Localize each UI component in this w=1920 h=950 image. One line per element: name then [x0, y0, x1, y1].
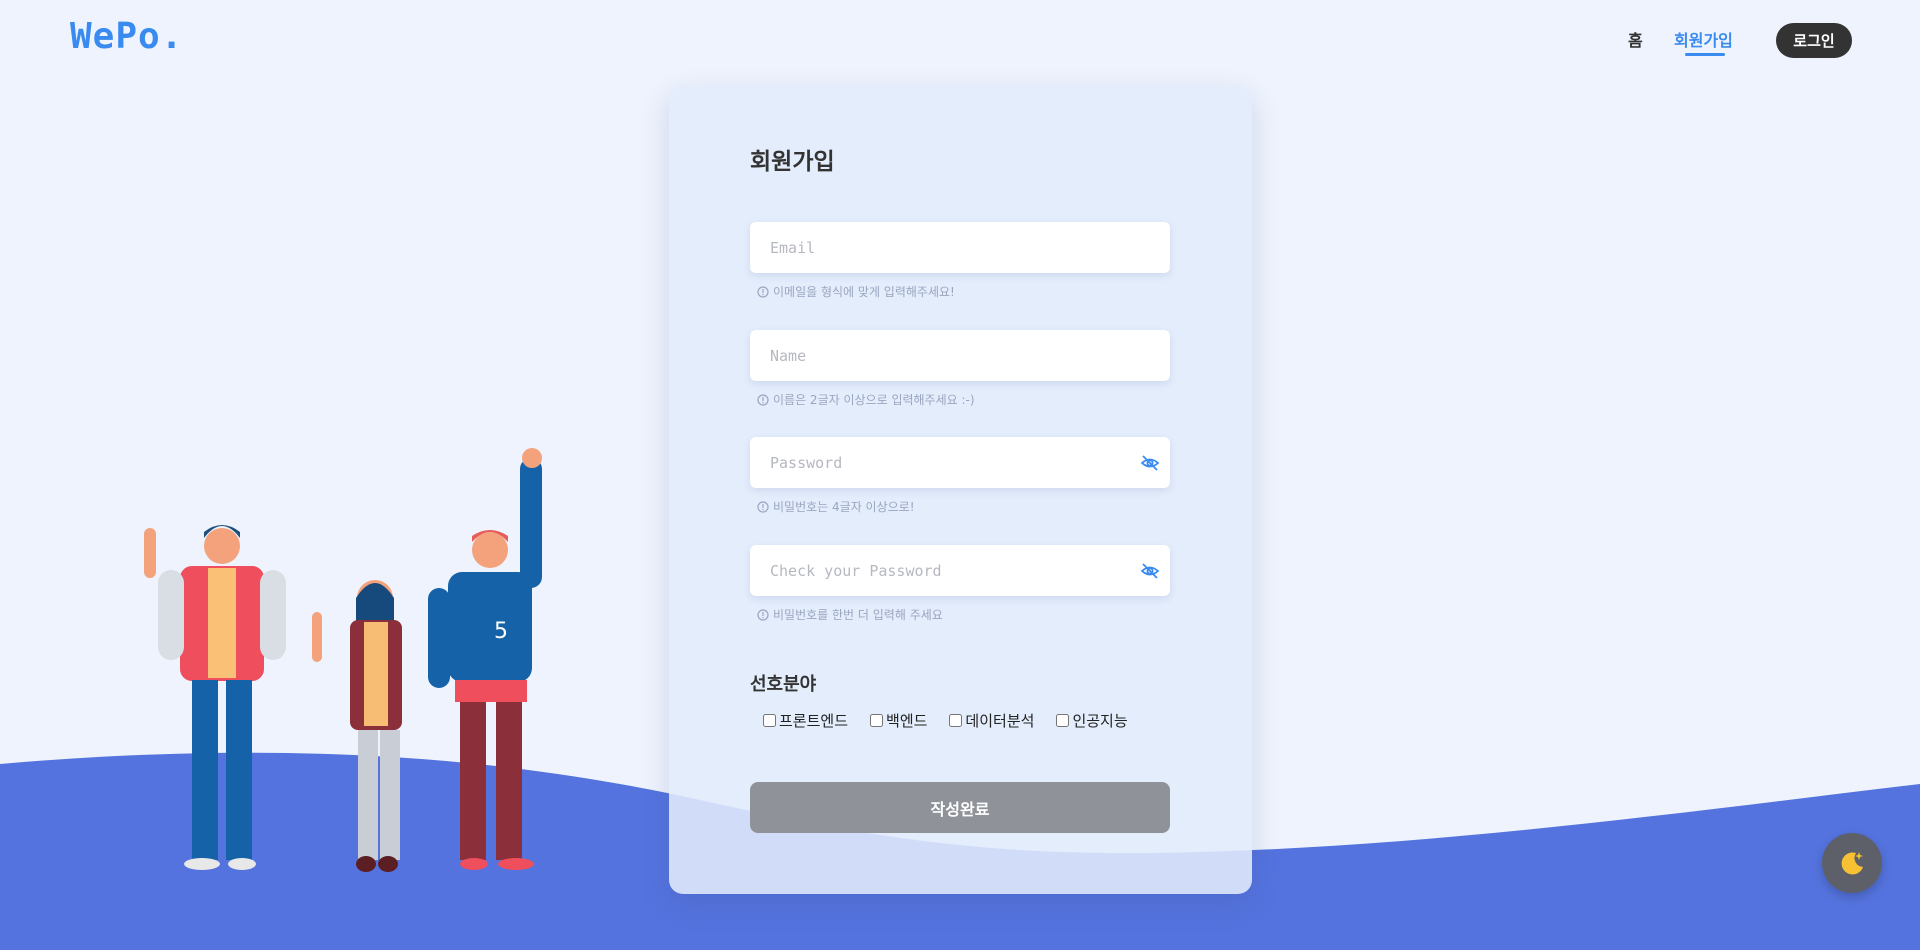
interest-checkbox-data-analysis[interactable] [949, 714, 963, 727]
interest-label-backend: 백엔드 [886, 712, 928, 730]
interest-option-backend[interactable]: 백엔드 [870, 710, 927, 731]
name-hint-text: 이름은 2글자 이상으로 입력해주세요 :-) [773, 393, 975, 407]
interest-label-ai: 인공지능 [1072, 712, 1128, 730]
info-circle-icon [757, 393, 769, 406]
password-check-field-wrapper [750, 545, 1170, 596]
nav-active-indicator [1685, 53, 1725, 56]
interests-title: 선호분야 [750, 674, 817, 695]
email-hint-text: 이메일을 형식에 맞게 입력해주세요! [773, 285, 955, 299]
interest-option-frontend[interactable]: 프론트엔드 [763, 710, 848, 731]
theme-toggle-button[interactable] [1822, 833, 1882, 893]
password-check-hint-text: 비밀번호를 한번 더 입력해 주세요 [773, 608, 943, 622]
email-field[interactable] [750, 222, 1130, 273]
people-illustration: 5 [144, 448, 542, 872]
person-right-figure: 5 [428, 448, 542, 870]
eye-slash-icon[interactable] [1140, 561, 1160, 581]
interest-checkbox-ai[interactable] [1056, 714, 1070, 727]
interest-checkbox-frontend[interactable] [763, 714, 776, 727]
svg-text:5: 5 [494, 619, 508, 644]
interest-option-data-analysis[interactable]: 데이터분석 [949, 710, 1034, 731]
info-circle-icon [757, 500, 769, 513]
interest-label-data-analysis: 데이터분석 [965, 712, 1035, 730]
nav-signup-link[interactable]: 회원가입 [1674, 27, 1733, 51]
email-hint: 이메일을 형식에 맞게 입력해주세요! [757, 283, 955, 300]
nav-home-link[interactable]: 홈 [1628, 27, 1643, 51]
name-field[interactable] [750, 330, 1130, 381]
password-check-hint: 비밀번호를 한번 더 입력해 주세요 [757, 606, 943, 623]
interests-checkbox-group: 프론트엔드 백엔드 데이터분석 인공지능 [763, 710, 1128, 731]
interest-option-ai[interactable]: 인공지능 [1056, 710, 1128, 731]
interest-label-frontend: 프론트엔드 [779, 712, 849, 730]
page-title: 회원가입 [750, 149, 835, 175]
password-hint-text: 비밀번호는 4글자 이상으로! [773, 500, 915, 514]
signup-card: 회원가입 이메일을 형식에 맞게 입력해주세요! 이름은 2글자 이상으로 입력… [669, 86, 1252, 894]
email-field-wrapper [750, 222, 1170, 273]
person-left-figure [144, 525, 286, 870]
person-middle-figure [312, 580, 402, 872]
password-hint: 비밀번호는 4글자 이상으로! [757, 498, 915, 515]
eye-slash-icon[interactable] [1140, 453, 1160, 473]
interest-checkbox-backend[interactable] [870, 714, 884, 727]
login-button[interactable]: 로그인 [1776, 23, 1852, 58]
password-field-wrapper [750, 437, 1170, 488]
moon-icon [1841, 852, 1863, 875]
info-circle-icon [757, 285, 769, 298]
name-hint: 이름은 2글자 이상으로 입력해주세요 :-) [757, 391, 975, 408]
password-field[interactable] [750, 437, 1130, 488]
password-check-field[interactable] [750, 545, 1130, 596]
top-nav: 홈 회원가입 로그인 [0, 23, 1920, 63]
submit-button[interactable]: 작성완료 [750, 782, 1170, 833]
name-field-wrapper [750, 330, 1170, 381]
info-circle-icon [757, 608, 769, 621]
